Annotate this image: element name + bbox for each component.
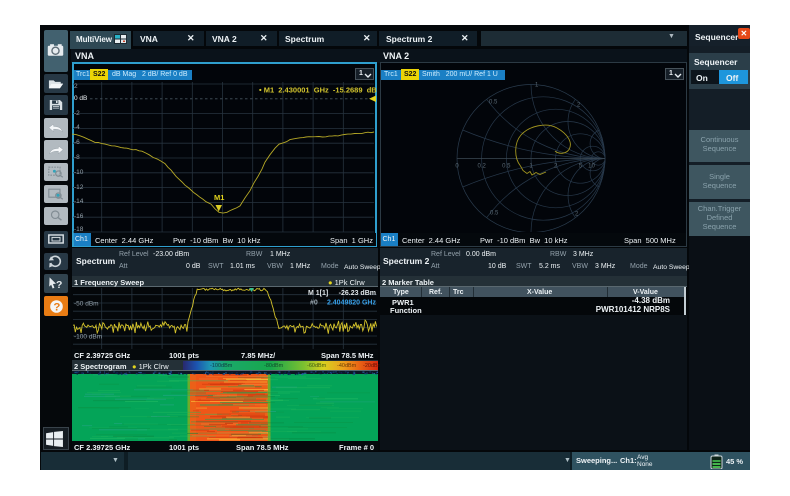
svg-text:0.2: 0.2 [478, 164, 487, 170]
svg-text:-50 dBm: -50 dBm [74, 301, 99, 308]
svg-text:2.4049820 GHz: 2.4049820 GHz [327, 300, 377, 307]
svg-text:0.5: 0.5 [502, 164, 511, 170]
svg-text:• M1 2.430001 GHz -15.2689: • M1 2.430001 GHz -15.2689 dB [259, 86, 377, 95]
svg-text:2: 2 [575, 212, 579, 218]
svg-text:-100 dBm: -100 dBm [74, 334, 102, 341]
svg-text:#0: #0 [310, 300, 318, 307]
svg-text:M 1[1]: M 1[1] [308, 290, 328, 297]
svg-text:M1: M1 [214, 193, 224, 202]
svg-text:?: ? [53, 301, 60, 313]
svg-text:0.5: 0.5 [490, 211, 499, 217]
svg-text:10: 10 [588, 164, 595, 170]
svg-text:0.5: 0.5 [489, 100, 498, 106]
svg-text:-26.23 dBm: -26.23 dBm [339, 290, 376, 297]
svg-text:?: ? [56, 280, 62, 290]
svg-text:0: 0 [455, 164, 459, 170]
svg-text:1: 1 [535, 83, 539, 89]
